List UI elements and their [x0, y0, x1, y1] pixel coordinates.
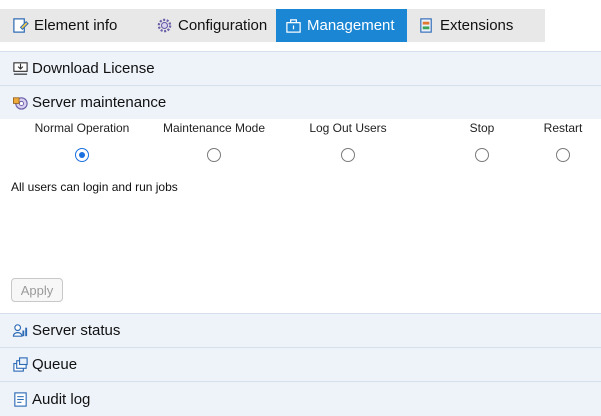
tab-label: Element info — [34, 17, 118, 34]
section-label: Server maintenance — [32, 94, 167, 111]
section-label: Server status — [32, 322, 121, 339]
tab-management[interactable]: Management — [276, 9, 407, 42]
tab-element-info[interactable]: Element info — [0, 9, 144, 42]
option-label-maintenance-mode: Maintenance Mode — [162, 121, 266, 135]
option-label-stop: Stop — [469, 121, 495, 135]
tab-configuration[interactable]: Configuration — [144, 9, 276, 42]
option-label-normal-operation: Normal Operation — [34, 121, 130, 135]
server-status-icon — [11, 322, 29, 340]
section-download-license[interactable]: Download License — [0, 51, 601, 85]
tab-label: Configuration — [178, 17, 268, 34]
element-info-icon — [11, 17, 29, 35]
radio-stop[interactable] — [475, 148, 489, 162]
radio-normal-operation[interactable] — [75, 148, 89, 162]
radio-maintenance-mode[interactable] — [207, 148, 221, 162]
server-maintenance-icon — [11, 94, 29, 112]
download-license-icon — [11, 60, 29, 78]
radio-log-out-users[interactable] — [341, 148, 355, 162]
tab-extensions[interactable]: Extensions — [407, 9, 545, 42]
extensions-icon — [417, 17, 435, 35]
gear-icon — [155, 17, 173, 35]
radio-restart[interactable] — [556, 148, 570, 162]
section-server-maintenance[interactable]: Server maintenance — [0, 85, 601, 119]
audit-log-icon — [11, 390, 29, 408]
maintenance-status-text: All users can login and run jobs — [11, 180, 178, 194]
option-label-log-out-users: Log Out Users — [309, 121, 387, 135]
section-audit-log[interactable]: Audit log — [0, 381, 601, 416]
tab-bar: Element info Configuration Management Ex… — [0, 0, 601, 42]
tab-label: Extensions — [440, 17, 514, 34]
section-queue[interactable]: Queue — [0, 347, 601, 381]
section-server-status[interactable]: Server status — [0, 313, 601, 347]
queue-icon — [11, 356, 29, 374]
apply-button[interactable]: Apply — [11, 278, 63, 302]
tab-label: Management — [307, 17, 395, 34]
management-icon — [284, 17, 302, 35]
section-label: Queue — [32, 356, 78, 373]
section-label: Audit log — [32, 390, 91, 408]
option-label-restart: Restart — [543, 121, 583, 135]
section-label: Download License — [32, 60, 155, 77]
